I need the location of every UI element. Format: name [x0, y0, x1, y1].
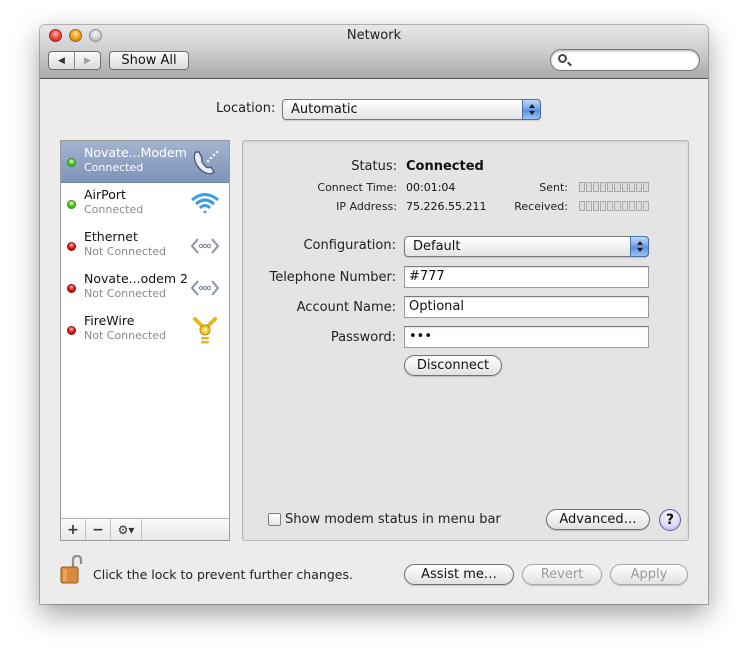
show-modem-status-checkbox[interactable] [268, 513, 281, 526]
connect-time-label: Connect Time: [317, 181, 397, 194]
received-label: Received: [514, 200, 568, 213]
back-arrow-icon: ◀ [58, 55, 65, 66]
back-button[interactable]: ◀ [49, 52, 74, 69]
unlocked-padlock-icon[interactable] [60, 555, 84, 585]
titlebar: Network ◀ ▶ Show All [40, 25, 708, 79]
telephone-number-field[interactable]: #777 [404, 266, 649, 288]
forward-button[interactable]: ▶ [74, 52, 100, 69]
revert-button[interactable]: Revert [522, 564, 602, 585]
show-modem-status-option[interactable]: Show modem status in menu bar [268, 512, 501, 527]
ip-address-value: 75.226.55.211 [406, 200, 487, 213]
forward-arrow-icon: ▶ [84, 55, 91, 66]
search-icon [558, 54, 567, 63]
wifi-icon [191, 193, 219, 214]
ip-address-label: IP Address: [336, 200, 397, 213]
received-meter [579, 201, 649, 211]
action-menu-button[interactable]: ⚙▾ [111, 519, 142, 540]
location-label: Location: [216, 101, 276, 116]
location-popup[interactable]: Automatic [282, 99, 541, 120]
service-name: Novate...Modem [84, 145, 187, 160]
show-modem-status-label: Show modem status in menu bar [285, 512, 501, 527]
configuration-label: Configuration: [303, 238, 396, 253]
service-item-firewire[interactable]: FireWire Not Connected [61, 309, 229, 351]
service-item-ethernet[interactable]: Ethernet Not Connected [61, 225, 229, 267]
service-status: Not Connected [84, 245, 167, 258]
status-indicator-icon [67, 284, 76, 293]
network-preferences-window: Network ◀ ▶ Show All Location: Automatic… [40, 25, 708, 604]
ethernet-icon [190, 238, 220, 254]
popup-arrows-icon [522, 99, 541, 120]
status-indicator-icon [67, 242, 76, 251]
status-value: Connected [406, 159, 484, 174]
status-indicator-icon [67, 326, 76, 335]
service-name: AirPort [84, 187, 126, 202]
window-title: Network [346, 28, 402, 43]
gear-icon: ⚙▾ [117, 522, 135, 537]
lock-message: Click the lock to prevent further change… [93, 567, 353, 582]
back-forward-control: ◀ ▶ [48, 51, 101, 70]
service-status: Connected [84, 203, 144, 216]
apply-button[interactable]: Apply [610, 564, 688, 585]
remove-service-button[interactable]: − [86, 519, 111, 540]
disconnect-button[interactable]: Disconnect [404, 355, 502, 376]
popup-arrows-icon [630, 236, 649, 257]
service-item-novatel-modem-2[interactable]: Novate...odem 2 Not Connected [61, 267, 229, 309]
sent-label: Sent: [539, 181, 568, 194]
telephone-number-label: Telephone Number: [269, 270, 396, 285]
service-name: Novate...odem 2 [84, 271, 188, 286]
service-list: Novate...Modem Connected AirPort Connect… [60, 140, 230, 541]
service-status: Connected [84, 161, 144, 174]
modem-phone-icon [193, 150, 219, 175]
configuration-popup[interactable]: Default [404, 236, 649, 257]
account-name-label: Account Name: [296, 300, 396, 315]
service-name: FireWire [84, 313, 135, 328]
firewire-icon [193, 317, 217, 344]
status-label: Status: [351, 159, 397, 174]
password-field[interactable]: ••• [404, 326, 649, 348]
ethernet-icon [190, 280, 220, 296]
service-status: Not Connected [84, 287, 167, 300]
add-service-button[interactable]: + [61, 519, 86, 540]
account-name-field[interactable]: Optional [404, 296, 649, 318]
service-name: Ethernet [84, 229, 138, 244]
sent-meter [579, 182, 649, 192]
show-all-button[interactable]: Show All [109, 51, 189, 70]
password-label: Password: [330, 330, 396, 345]
service-list-toolbar: + − ⚙▾ [61, 518, 229, 540]
service-item-airport[interactable]: AirPort Connected [61, 183, 229, 225]
service-item-novatel-modem[interactable]: Novate...Modem Connected [61, 141, 229, 183]
connect-time-value: 00:01:04 [406, 181, 456, 194]
status-indicator-icon [67, 158, 76, 167]
service-status: Not Connected [84, 329, 167, 342]
configuration-value: Default [413, 239, 461, 254]
help-button[interactable]: ? [659, 509, 681, 531]
search-field[interactable] [550, 49, 700, 71]
advanced-button[interactable]: Advanced… [546, 509, 650, 530]
status-indicator-icon [67, 200, 76, 209]
service-detail-pane: Status: Connected Connect Time: 00:01:04… [242, 140, 689, 541]
assist-me-button[interactable]: Assist me… [404, 564, 514, 585]
location-value: Automatic [291, 102, 358, 117]
